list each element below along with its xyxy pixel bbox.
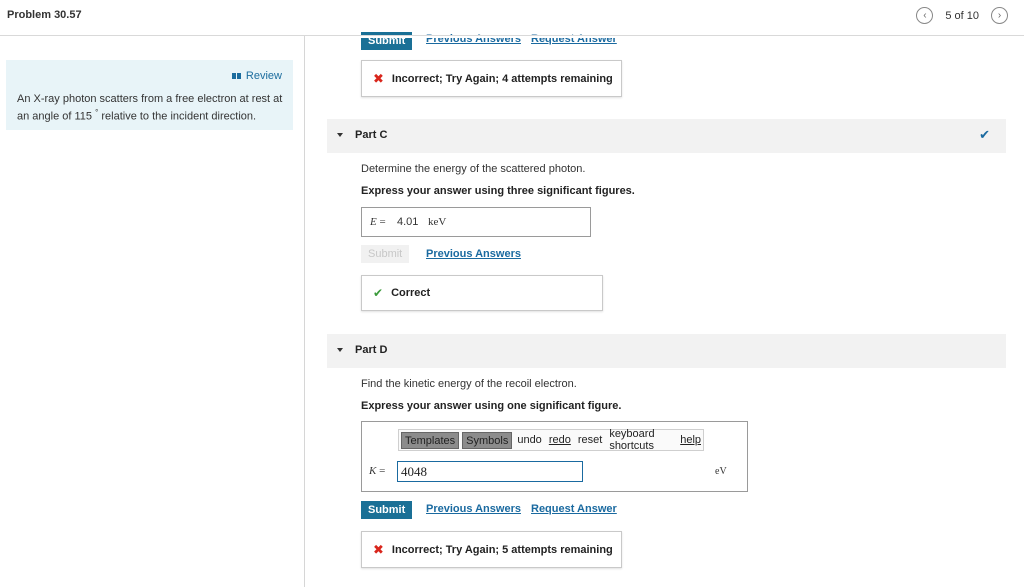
part-c-previous-answers-link[interactable]: Previous Answers [426, 248, 521, 260]
incorrect-icon: ✖ [373, 70, 384, 86]
part-b-feedback: ✖ Incorrect; Try Again; 4 attempts remai… [361, 60, 622, 97]
incorrect-icon: ✖ [373, 541, 384, 557]
part-c-equals: = [376, 216, 386, 228]
review-label: Review [245, 70, 282, 82]
previous-problem-button[interactable]: ‹ [916, 7, 934, 24]
problem-title: Problem 30.57 [7, 9, 82, 21]
part-d-answer-box: Templates Symbols undo redo reset keyboa… [361, 421, 748, 492]
top-bar: Problem 30.57 ‹ 5 of 10 › [0, 0, 1024, 36]
part-d-prompt: Find the kinetic energy of the recoil el… [361, 378, 577, 390]
redo-button[interactable]: redo [547, 434, 573, 446]
caret-down-icon [337, 348, 343, 352]
problem-statement: An X-ray photon scatters from a free ele… [17, 93, 287, 124]
part-d-submit-button[interactable]: Submit [361, 501, 413, 519]
part-c-feedback: ✔ Correct [361, 275, 603, 311]
part-c-answer-box: E = 4.01 keV [361, 207, 591, 237]
caret-down-icon [337, 133, 343, 137]
part-d-header[interactable]: Part D [327, 334, 1006, 368]
column-divider [304, 36, 305, 587]
part-d-feedback: ✖ Incorrect; Try Again; 5 attempts remai… [361, 531, 622, 568]
checkmark-icon: ✔ [979, 127, 990, 142]
part-c-feedback-text: Correct [391, 287, 431, 299]
templates-button[interactable]: Templates [401, 431, 460, 449]
review-link[interactable]: Review [231, 70, 282, 82]
part-c-answer-label: E = [370, 216, 386, 228]
top-divider [305, 35, 1024, 36]
part-c-title: Part C [355, 129, 388, 141]
part-d-answer-unit: eV [715, 466, 727, 477]
part-d-feedback-text: Incorrect; Try Again; 5 attempts remaini… [391, 543, 613, 556]
keyboard-shortcuts-button[interactable]: keyboard shortcuts [607, 428, 675, 452]
scroll-mask [305, 36, 1024, 38]
part-c-prompt: Determine the energy of the scattered ph… [361, 163, 586, 175]
problem-statement-panel: Review An X-ray photon scatters from a f… [6, 60, 293, 130]
next-problem-button[interactable]: › [991, 7, 1008, 24]
part-c-answer-unit: keV [428, 216, 447, 228]
book-icon [231, 73, 241, 79]
symbols-button[interactable]: Symbols [462, 431, 513, 449]
chevron-right-icon: › [997, 10, 1002, 21]
part-c-variable: E [370, 216, 377, 228]
part-d-request-answer-link[interactable]: Request Answer [531, 503, 617, 515]
correct-icon: ✔ [373, 286, 384, 300]
part-c-header[interactable]: Part C ✔ [327, 119, 1006, 153]
part-c-submit-button: Submit [361, 245, 410, 263]
pager: ‹ 5 of 10 › [916, 7, 1008, 24]
part-d-answer-input[interactable] [397, 461, 583, 482]
part-c-answer-value: 4.01 [397, 216, 419, 228]
part-b-feedback-text: Incorrect; Try Again; 4 attempts remaini… [391, 72, 613, 85]
part-d-answer-label: K = [369, 465, 385, 477]
part-d-title: Part D [355, 344, 388, 356]
help-button[interactable]: help [678, 434, 703, 446]
chevron-left-icon: ‹ [923, 10, 927, 21]
reset-button[interactable]: reset [576, 434, 604, 446]
undo-button[interactable]: undo [515, 434, 543, 446]
problem-text-after: relative to the incident direction. [98, 110, 257, 123]
part-c-instruction: Express your answer using three signific… [361, 185, 635, 197]
part-d-previous-answers-link[interactable]: Previous Answers [426, 503, 521, 515]
part-d-instruction: Express your answer using one significan… [361, 400, 622, 412]
pager-label: 5 of 10 [945, 9, 979, 22]
part-d-equals: = [376, 465, 386, 477]
math-toolbar: Templates Symbols undo redo reset keyboa… [398, 428, 704, 452]
